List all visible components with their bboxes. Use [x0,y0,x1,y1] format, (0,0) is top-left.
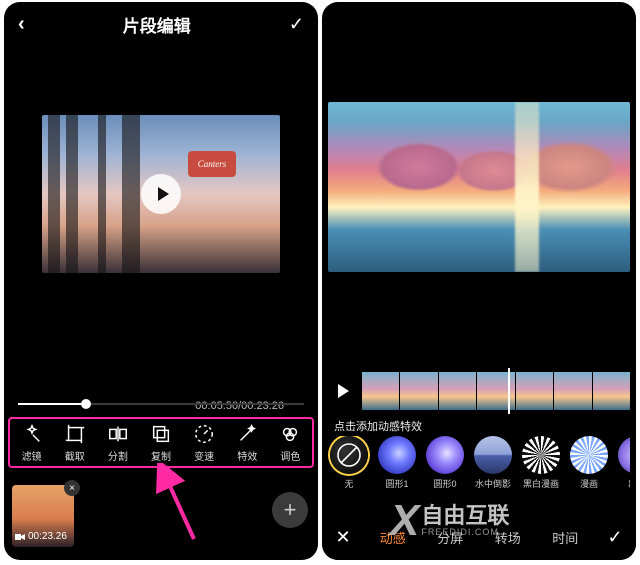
effects-row: 无 圆形1 圆形0 水中倒影 黑白漫画 漫画 [328,436,630,490]
tool-color[interactable]: 调色 [269,423,312,463]
video-preview[interactable]: Canters [42,115,280,273]
effect-none[interactable]: 无 [328,436,370,490]
timeline-frame [592,372,630,410]
color-icon [279,423,301,445]
effect-outframe[interactable]: 出帧 [616,436,630,490]
tool-filter[interactable]: 滤镜 [10,423,53,463]
tool-label: 调色 [280,448,300,463]
effect-label: 圆形0 [433,477,456,490]
play-button[interactable] [330,378,356,404]
remove-clip-button[interactable]: × [64,480,80,496]
preview-image [98,115,106,273]
play-icon [335,383,351,399]
effect-circle0[interactable]: 圆形0 [424,436,466,490]
preview-image [48,115,60,273]
video-icon [15,533,25,541]
effects-screen: 点击添加动感特效 无 圆形1 圆形0 水中倒影 黑白漫画 [322,2,636,560]
timeline-frame [515,372,553,410]
effect-circle1[interactable]: 圆形1 [376,436,418,490]
tool-label: 截取 [65,448,85,463]
timeline-frame [399,372,437,410]
tool-speed[interactable]: 变速 [183,423,226,463]
tool-split[interactable]: 分割 [96,423,139,463]
video-preview[interactable] [328,102,630,272]
effect-comic[interactable]: 漫画 [568,436,610,490]
header: ‹ 片段编辑 ✓ [4,2,318,45]
play-icon [155,186,171,202]
preview-image [515,102,539,272]
timeline-frame [362,372,399,410]
add-clip-button[interactable]: + [272,492,308,528]
effects-hint: 点击添加动感特效 [334,418,422,434]
none-icon [330,436,368,474]
timeline-frame [438,372,476,410]
back-button[interactable]: ‹ [18,13,25,36]
crop-icon [64,423,86,445]
star-wand-icon [21,423,43,445]
confirm-button[interactable]: ✓ [289,14,304,35]
tool-label: 分割 [108,448,128,463]
preview-image [328,127,630,207]
effect-label: 出帧 [628,477,630,490]
progress-knob[interactable] [81,399,91,409]
confirm-button[interactable]: ✓ [594,527,636,548]
timeline-strip[interactable] [362,372,630,410]
tool-crop[interactable]: 截取 [53,423,96,463]
tool-fx[interactable]: 特效 [226,423,269,463]
page-title: 片段编辑 [123,12,191,37]
clip-duration: 00:23.26 [15,531,67,542]
effect-reflection[interactable]: 水中倒影 [472,436,514,490]
play-button[interactable] [141,174,181,214]
tool-copy[interactable]: 复制 [139,423,182,463]
tool-label: 变速 [194,448,214,463]
effect-bw-comic[interactable]: 黑白漫画 [520,436,562,490]
split-icon [107,423,129,445]
tool-label: 特效 [237,448,257,463]
tool-label: 复制 [151,448,171,463]
speed-icon [193,423,215,445]
tab-transition[interactable]: 转场 [479,528,537,547]
tab-time[interactable]: 时间 [537,528,595,547]
effect-label: 无 [344,477,353,490]
effects-tabs: ✕ 动感 分屏 转场 时间 ✓ [322,514,636,560]
close-button[interactable]: ✕ [322,527,364,548]
preview-image [66,115,78,273]
preview-image [122,115,140,273]
effect-label: 漫画 [580,477,598,490]
clip-edit-screen: ‹ 片段编辑 ✓ Canters 00:05.50/00:23.26 滤镜 [4,2,318,560]
wand-icon [236,423,258,445]
clip-toolbar: 滤镜 截取 分割 复制 变速 特效 [8,417,314,468]
effect-label: 黑白漫画 [523,477,559,490]
progress-slider[interactable] [18,403,304,405]
effect-label: 水中倒影 [475,477,511,490]
effect-label: 圆形1 [385,477,408,490]
tab-dynamic[interactable]: 动感 [364,528,422,547]
tool-label: 滤镜 [22,448,42,463]
timeline-frame [553,372,591,410]
tab-splitscreen[interactable]: 分屏 [422,528,480,547]
playhead[interactable] [508,368,510,414]
copy-icon [150,423,172,445]
preview-sign: Canters [188,151,236,177]
annotation-arrow-icon [154,463,214,543]
time-display: 00:05.50/00:23.26 [195,400,284,412]
